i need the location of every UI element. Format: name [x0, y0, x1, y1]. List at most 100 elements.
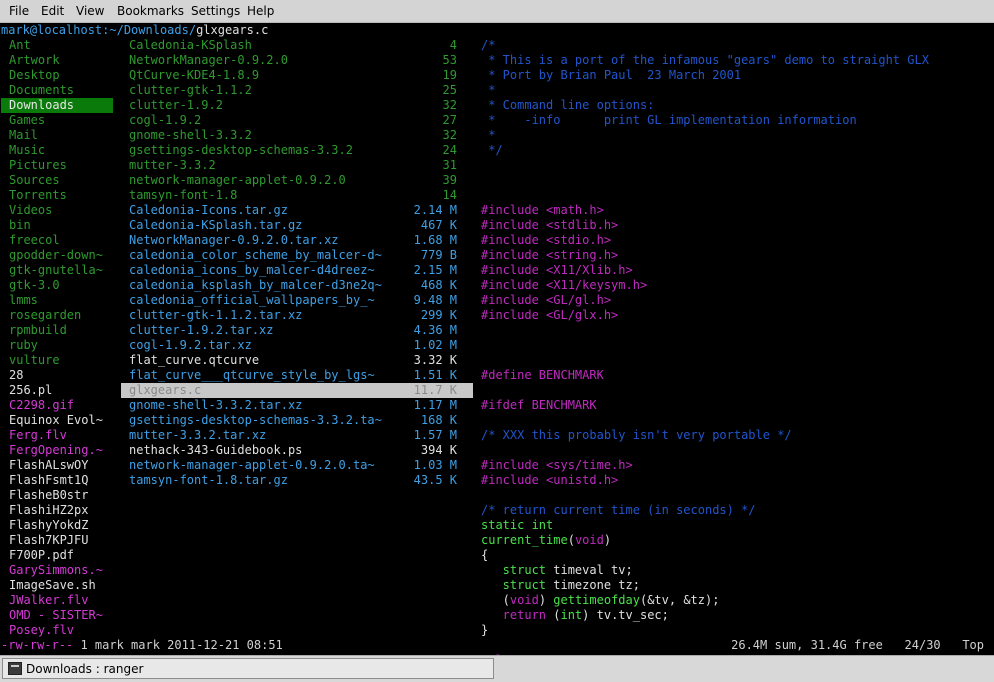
parent-dir-entry[interactable]: Artwork [9, 53, 113, 68]
file-size: 2.14 M [413, 203, 457, 217]
parent-dir-entry[interactable]: Equinox Evol~ [9, 413, 113, 428]
parent-dir-entry[interactable]: vulture [9, 353, 113, 368]
file-entry[interactable]: Caledonia-KSplash [129, 38, 412, 53]
code-token: /* [481, 38, 496, 52]
menu-edit[interactable]: Edit [41, 4, 64, 18]
preview-line: #include <sys/time.h> [481, 458, 986, 473]
parent-dir-entry[interactable]: Mail [9, 128, 113, 143]
code-token: static int [481, 518, 554, 532]
parent-dir-entry[interactable]: Desktop [9, 68, 113, 83]
menu-file[interactable]: File [9, 4, 29, 18]
parent-dir-entry[interactable]: Sources [9, 173, 113, 188]
parent-dir-entry[interactable]: gtk-gnutella~ [9, 263, 113, 278]
parent-dir-entry-selected[interactable]: Downloads [1, 98, 113, 113]
file-entry[interactable]: caledonia_official_wallpapers_by_~ [129, 293, 412, 308]
file-entry[interactable]: NetworkManager-0.9.2.0 [129, 53, 412, 68]
parent-dir-entry[interactable]: rpmbuild [9, 323, 113, 338]
preview-line: } [481, 623, 986, 638]
parent-dir-entry[interactable]: FergOpening.~ [9, 443, 113, 458]
file-entry[interactable]: clutter-1.9.2 [129, 98, 412, 113]
file-entry[interactable]: network-manager-applet-0.9.2.0.ta~ [129, 458, 412, 473]
parent-dir-entry[interactable]: FlashyYokdZ [9, 518, 113, 533]
file-entry[interactable]: network-manager-applet-0.9.2.0 [129, 173, 412, 188]
parent-dir-entry[interactable]: GarySimmons.~ [9, 563, 113, 578]
preview-line [481, 338, 986, 353]
parent-dir-entry[interactable]: ImageSave.sh [9, 578, 113, 593]
parent-dir-entry[interactable]: F700P.pdf [9, 548, 113, 563]
parent-dir-entry[interactable]: FlasheB0str [9, 488, 113, 503]
preview-line: /* XXX this probably isn't very portable… [481, 428, 986, 443]
menu-bookmarks[interactable]: Bookmarks [117, 4, 184, 18]
parent-dir-entry[interactable]: Ferg.flv [9, 428, 113, 443]
file-entry[interactable]: clutter-gtk-1.1.2.tar.xz [129, 308, 412, 323]
parent-dir-entry[interactable]: Flash7KPJFU [9, 533, 113, 548]
file-entry[interactable]: gsettings-desktop-schemas-3.3.2.ta~ [129, 413, 412, 428]
parent-dir-entry[interactable]: OMD - SISTER~ [9, 608, 113, 623]
file-entry[interactable]: nethack-343-Guidebook.ps [129, 443, 412, 458]
code-token: } [481, 623, 489, 637]
code-token: #include [481, 293, 547, 307]
code-token: timeval tv; [553, 563, 633, 577]
file-entry[interactable]: cogl-1.9.2 [129, 113, 412, 128]
file-entry[interactable]: tamsyn-font-1.8 [129, 188, 412, 203]
preview-line: * -info print GL implementation informat… [481, 113, 986, 128]
parent-dir-entry[interactable]: JWalker.flv [9, 593, 113, 608]
file-entry[interactable]: Caledonia-Icons.tar.gz [129, 203, 412, 218]
parent-dir-entry[interactable]: Pictures [9, 158, 113, 173]
menu-view[interactable]: View [76, 4, 104, 18]
parent-dir-entry[interactable]: FlashiHZ2px [9, 503, 113, 518]
file-entry[interactable]: gnome-shell-3.3.2.tar.xz [129, 398, 412, 413]
parent-dir-entry[interactable]: FlashFsmt1Q [9, 473, 113, 488]
file-entry[interactable]: Caledonia-KSplash.tar.gz [129, 218, 412, 233]
file-entry[interactable]: caledonia_ksplash_by_malcer-d3ne2q~ [129, 278, 412, 293]
parent-dir-entry[interactable]: Ant [9, 38, 113, 53]
file-entry[interactable]: flat_curve___qtcurve_style_by_lgs~ [129, 368, 412, 383]
code-token: void [574, 533, 604, 547]
parent-dir-entry[interactable]: 28 [9, 368, 113, 383]
file-entry[interactable]: clutter-1.9.2.tar.xz [129, 323, 412, 338]
preview-line: #include <stdlib.h> [481, 218, 986, 233]
parent-dir-entry[interactable]: Documents [9, 83, 113, 98]
parent-dir-entry[interactable]: gtk-3.0 [9, 278, 113, 293]
parent-dir-entry[interactable]: freecol [9, 233, 113, 248]
parent-dir-entry[interactable]: gpodder-down~ [9, 248, 113, 263]
file-entry[interactable]: caledonia_color_scheme_by_malcer-d~ [129, 248, 412, 263]
file-entry[interactable]: mutter-3.3.2 [129, 158, 412, 173]
menu-settings[interactable]: Settings [191, 4, 240, 18]
parent-dir-entry[interactable]: ruby [9, 338, 113, 353]
file-entry[interactable]: NetworkManager-0.9.2.0.tar.xz [129, 233, 412, 248]
parent-dir-entry[interactable]: Posey.flv [9, 623, 113, 638]
parent-dir-entry[interactable]: Videos [9, 203, 113, 218]
status-line: -rw-rw-r-- 1 mark mark 2011-12-21 08:51 … [0, 638, 994, 653]
parent-dir-entry[interactable]: 256.pl [9, 383, 113, 398]
file-entry[interactable]: caledonia_icons_by_malcer-d4dreez~ [129, 263, 412, 278]
parent-dir-entry[interactable]: Music [9, 143, 113, 158]
preview-line: #include <stdio.h> [481, 233, 986, 248]
file-entry[interactable]: clutter-gtk-1.1.2 [129, 83, 412, 98]
code-token: /* return current time (in seconds) */ [481, 503, 756, 517]
parent-dir-entry[interactable]: C2298.gif [9, 398, 113, 413]
parent-dir-entry[interactable]: bin [9, 218, 113, 233]
terminal[interactable]: mark@localhost:~/Downloads/glxgears.c An… [0, 23, 994, 667]
menu-help[interactable]: Help [247, 4, 274, 18]
file-entry[interactable]: mutter-3.3.2.tar.xz [129, 428, 412, 443]
parent-dir-entry[interactable]: rosegarden [9, 308, 113, 323]
parent-dir-entry[interactable]: lmms [9, 293, 113, 308]
taskbar-window-button[interactable]: Downloads : ranger [2, 658, 494, 679]
file-entry[interactable]: flat_curve.qtcurve [129, 353, 412, 368]
parent-dir-entry[interactable]: FlashALswOY [9, 458, 113, 473]
file-entry[interactable]: tamsyn-font-1.8.tar.gz [129, 473, 412, 488]
file-entry[interactable]: cogl-1.9.2.tar.xz [129, 338, 412, 353]
file-size: 53 [442, 53, 457, 67]
code-token: */ [481, 143, 503, 157]
file-entry[interactable]: gsettings-desktop-schemas-3.3.2 [129, 143, 412, 158]
code-token: void [509, 593, 539, 607]
parent-dir-entry[interactable]: Games [9, 113, 113, 128]
file-entry[interactable]: QtCurve-KDE4-1.8.9 [129, 68, 412, 83]
parent-dir-entry[interactable]: Torrents [9, 188, 113, 203]
code-token: /* XXX this probably isn't very portable… [481, 428, 792, 442]
file-size: 24 [442, 143, 457, 157]
file-size: 1.51 K [413, 368, 457, 382]
file-entry[interactable]: gnome-shell-3.3.2 [129, 128, 412, 143]
code-token: <X11/Xlib.h> [546, 263, 633, 277]
